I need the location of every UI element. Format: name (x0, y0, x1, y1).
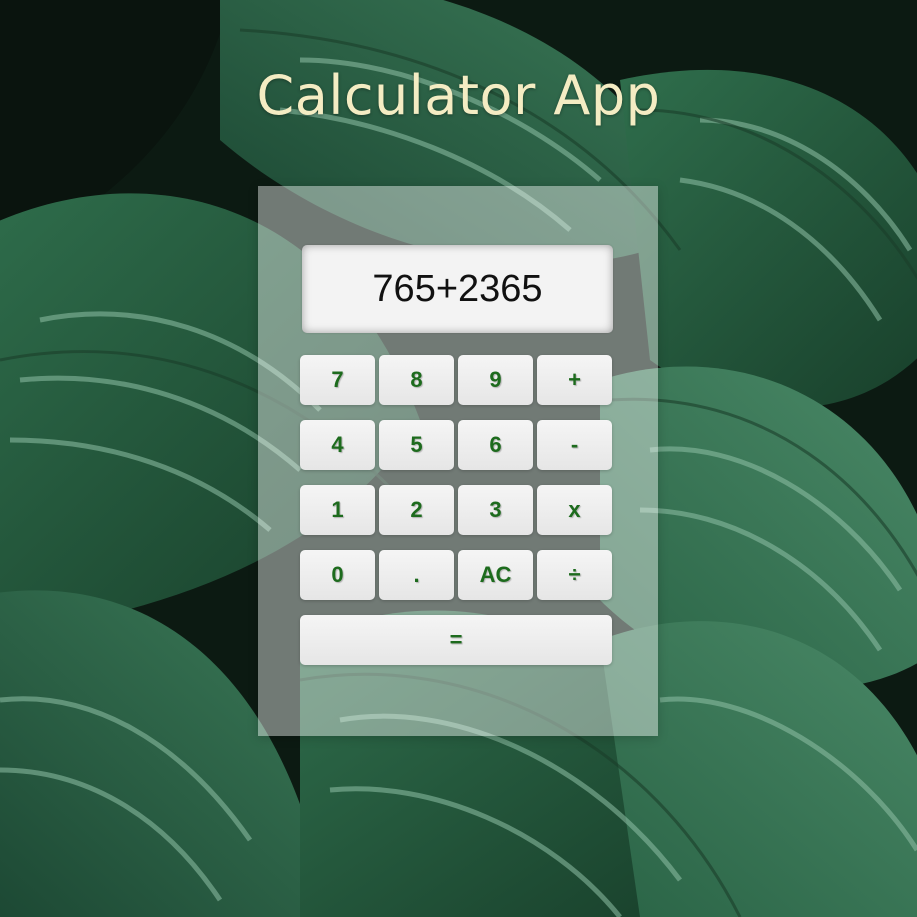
key-1[interactable]: 1 (300, 485, 375, 535)
key-9[interactable]: 9 (458, 355, 533, 405)
key-3[interactable]: 3 (458, 485, 533, 535)
page-title: Calculator App (256, 64, 661, 127)
key-plus[interactable]: + (537, 355, 612, 405)
key-all-clear[interactable]: AC (458, 550, 533, 600)
key-7[interactable]: 7 (300, 355, 375, 405)
key-4[interactable]: 4 (300, 420, 375, 470)
calculator-panel: 765+2365 7 8 9 + 4 5 6 - 1 2 3 x 0 . AC … (258, 186, 658, 736)
key-0[interactable]: 0 (300, 550, 375, 600)
key-multiply[interactable]: x (537, 485, 612, 535)
key-5[interactable]: 5 (379, 420, 454, 470)
key-divide[interactable]: ÷ (537, 550, 612, 600)
key-decimal[interactable]: . (379, 550, 454, 600)
key-equals[interactable]: = (300, 615, 612, 665)
calculator-display: 765+2365 (302, 245, 613, 333)
key-6[interactable]: 6 (458, 420, 533, 470)
key-minus[interactable]: - (537, 420, 612, 470)
key-2[interactable]: 2 (379, 485, 454, 535)
key-8[interactable]: 8 (379, 355, 454, 405)
